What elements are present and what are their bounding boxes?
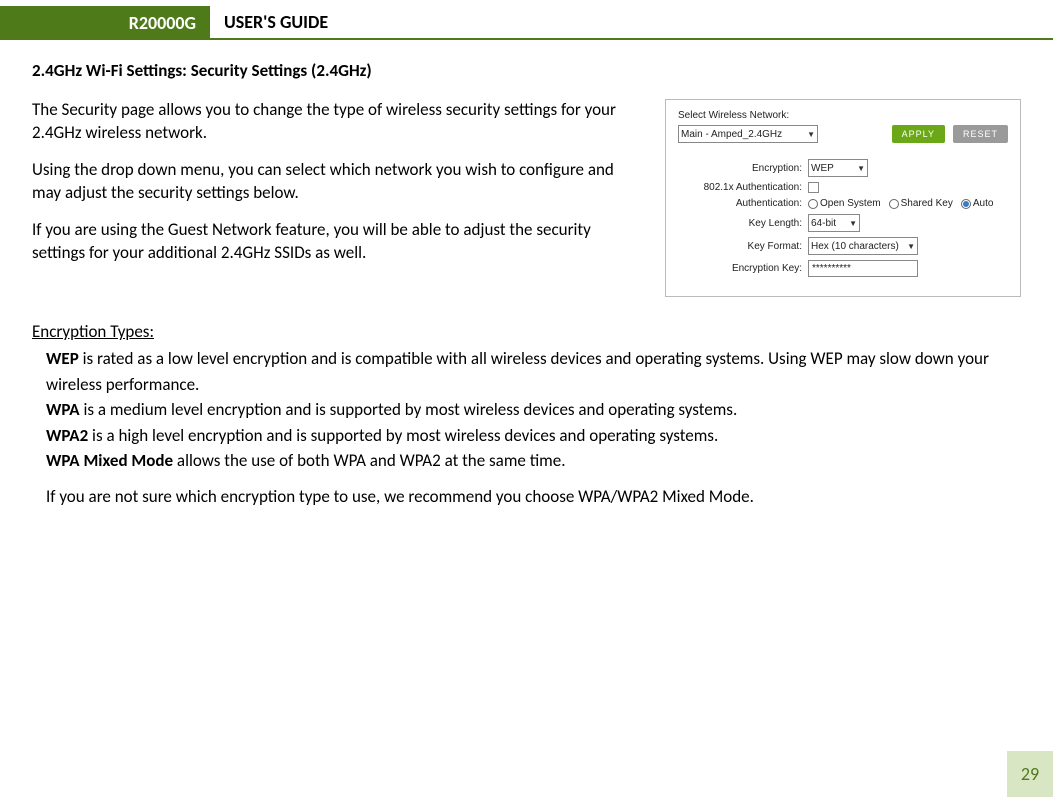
keylength-select[interactable]: 64-bit ▼: [808, 214, 860, 232]
auth-auto-label: Auto: [973, 198, 994, 209]
paragraph-3: If you are using the Guest Network featu…: [32, 219, 641, 265]
keylength-label: Key Length:: [678, 218, 808, 229]
chevron-down-icon: ▼: [907, 242, 915, 251]
auth-shared-radio[interactable]: [889, 199, 899, 209]
page-content: 2.4GHz Wi-Fi Settings: Security Settings…: [0, 40, 1053, 507]
auth-8021x-checkbox[interactable]: [808, 182, 819, 193]
auth-open-radio[interactable]: [808, 199, 818, 209]
network-select-value: Main - Amped_2.4GHz: [681, 129, 782, 140]
header-title: USER'S GUIDE: [210, 6, 1053, 40]
enckey-value: **********: [812, 263, 851, 274]
page-number: 29: [1007, 751, 1053, 797]
section-heading: 2.4GHz Wi-Fi Settings: Security Settings…: [32, 60, 1021, 81]
keyformat-select[interactable]: Hex (10 characters) ▼: [808, 237, 918, 255]
auth-shared-label: Shared Key: [901, 198, 953, 209]
intro-text: The Security page allows you to change t…: [32, 99, 641, 279]
apply-button[interactable]: APPLY: [892, 125, 945, 143]
encryption-value: WEP: [811, 163, 834, 174]
encryption-label: Encryption:: [678, 163, 808, 174]
reset-button[interactable]: RESET: [953, 125, 1008, 143]
encryption-select[interactable]: WEP ▼: [808, 159, 868, 177]
keyformat-value: Hex (10 characters): [811, 241, 899, 252]
select-network-label: Select Wireless Network:: [678, 110, 1008, 121]
enckey-label: Encryption Key:: [678, 263, 808, 274]
auth-auto-radio[interactable]: [961, 199, 971, 209]
authentication-label: Authentication:: [678, 198, 808, 209]
page-header: R20000G USER'S GUIDE: [0, 6, 1053, 40]
wpa2-line: WPA2 is a high level encryption and is s…: [46, 423, 1021, 449]
auth-8021x-label: 802.1x Authentication:: [678, 182, 808, 193]
wep-line: WEP is rated as a low level encryption a…: [46, 346, 1021, 397]
paragraph-2: Using the drop down menu, you can select…: [32, 159, 641, 205]
keyformat-label: Key Format:: [678, 241, 808, 252]
keylength-value: 64-bit: [811, 218, 836, 229]
encryption-types-heading: Encryption Types:: [32, 321, 1021, 342]
auth-open-label: Open System: [820, 198, 881, 209]
paragraph-1: The Security page allows you to change t…: [32, 99, 641, 145]
mixed-line: WPA Mixed Mode allows the use of both WP…: [46, 448, 1021, 474]
chevron-down-icon: ▼: [857, 164, 865, 173]
recommend-line: If you are not sure which encryption typ…: [46, 486, 1021, 507]
wpa-line: WPA is a medium level encryption and is …: [46, 397, 1021, 423]
enckey-input[interactable]: **********: [808, 260, 918, 277]
header-model: R20000G: [0, 6, 210, 40]
network-select[interactable]: Main - Amped_2.4GHz ▼: [678, 125, 818, 143]
settings-screenshot: Select Wireless Network: Main - Amped_2.…: [665, 99, 1021, 297]
encryption-types-section: Encryption Types: WEP is rated as a low …: [32, 321, 1021, 507]
chevron-down-icon: ▼: [807, 130, 815, 139]
chevron-down-icon: ▼: [849, 219, 857, 228]
